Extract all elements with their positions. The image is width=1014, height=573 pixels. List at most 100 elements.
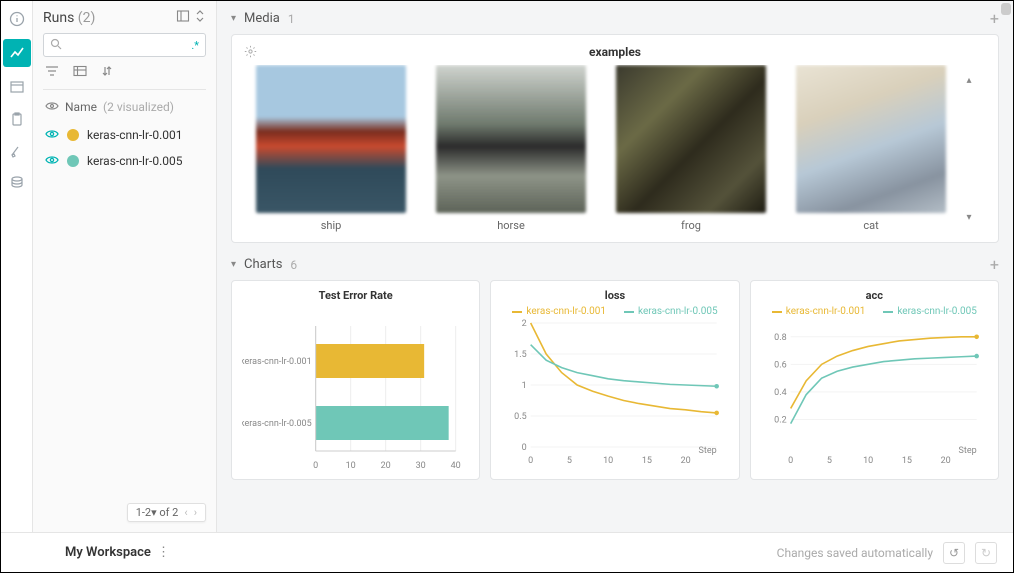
svg-text:10: 10 xyxy=(863,456,873,466)
media-thumb[interactable]: horse xyxy=(436,65,586,232)
chart-row: Test Error Rate 010203040keras-cnn-lr-0.… xyxy=(231,280,999,480)
regex-toggle-icon[interactable]: .* xyxy=(191,39,199,52)
svg-text:0.6: 0.6 xyxy=(774,360,787,370)
panel-icon[interactable] xyxy=(5,75,29,99)
thumb-label: ship xyxy=(321,219,342,232)
runs-title: Runs (2) xyxy=(43,10,95,26)
runs-panel: Runs (2) .* xyxy=(33,1,217,532)
chart-panel-loss[interactable]: loss keras-cnn-lr-0.001keras-cnn-lr-0.00… xyxy=(490,280,739,480)
search-input[interactable]: .* xyxy=(43,33,206,57)
sweep-icon[interactable] xyxy=(5,139,29,163)
svg-text:10: 10 xyxy=(603,456,613,466)
pager-next[interactable]: › xyxy=(194,506,197,519)
group-icon[interactable] xyxy=(73,65,87,81)
add-panel-button[interactable]: + xyxy=(990,9,999,28)
pager: 1-2▾ of 2 ‹ › xyxy=(127,503,206,522)
scroll-down-icon[interactable]: ▾ xyxy=(962,212,976,223)
icon-rail xyxy=(1,1,33,532)
svg-text:20: 20 xyxy=(940,456,950,466)
svg-text:15: 15 xyxy=(902,456,912,466)
thumb-label: frog xyxy=(681,219,701,232)
thumb-label: cat xyxy=(863,219,878,232)
chart-panel-acc[interactable]: acc keras-cnn-lr-0.001keras-cnn-lr-0.005… xyxy=(750,280,999,480)
run-list: keras-cnn-lr-0.001 keras-cnn-lr-0.005 xyxy=(43,122,206,174)
svg-text:0.2: 0.2 xyxy=(774,415,787,425)
media-section: ▾ Media 1 + examples ship horse frog cat… xyxy=(217,1,1013,247)
svg-text:keras-cnn-lr-0.001: keras-cnn-lr-0.001 xyxy=(242,357,312,367)
thumb-image xyxy=(616,65,766,213)
search-icon xyxy=(50,38,62,53)
run-color-swatch xyxy=(67,129,79,141)
pager-text: 1-2▾ of 2 xyxy=(136,506,179,519)
toolbar xyxy=(43,65,206,90)
media-section-count: 1 xyxy=(288,12,295,26)
content-area: ▾ Media 1 + examples ship horse frog cat… xyxy=(217,1,1013,532)
sort-icon[interactable] xyxy=(101,65,113,81)
media-panel-title: examples xyxy=(246,45,984,59)
info-icon[interactable] xyxy=(5,7,29,31)
layout-icon[interactable] xyxy=(176,9,190,27)
media-thumb[interactable]: ship xyxy=(256,65,406,232)
media-thumb[interactable]: cat xyxy=(796,65,946,232)
chart-panel-bar[interactable]: Test Error Rate 0 10 20 30 40 keras-cnn-lr-0.… xyxy=(231,280,480,480)
chevron-down-icon[interactable]: ▾ xyxy=(231,13,236,24)
svg-text:20: 20 xyxy=(681,456,691,466)
expand-icon[interactable] xyxy=(194,9,206,27)
save-status: Changes saved automatically xyxy=(777,546,933,560)
svg-text:0.5: 0.5 xyxy=(514,412,527,422)
redo-button[interactable]: ↻ xyxy=(975,542,997,564)
legend-item: keras-cnn-lr-0.005 xyxy=(883,306,977,317)
chevron-down-icon[interactable]: ▾ xyxy=(231,259,236,270)
gear-icon[interactable] xyxy=(244,45,257,62)
svg-text:0.4: 0.4 xyxy=(774,388,787,398)
media-scrollbar[interactable]: ▴ ▾ xyxy=(962,75,976,223)
svg-text:30: 30 xyxy=(416,461,426,471)
svg-text:2: 2 xyxy=(522,319,527,329)
workspace-label[interactable]: My Workspace xyxy=(65,545,151,560)
filter-icon[interactable] xyxy=(45,65,59,81)
svg-text:Step: Step xyxy=(958,446,976,456)
visibility-icon[interactable] xyxy=(45,100,59,114)
window-scrollbar[interactable] xyxy=(1001,3,1011,15)
svg-text:Step: Step xyxy=(699,446,717,456)
svg-text:1.5: 1.5 xyxy=(514,350,527,360)
thumb-image xyxy=(436,65,586,213)
svg-text:15: 15 xyxy=(642,456,652,466)
legend-item: keras-cnn-lr-0.005 xyxy=(624,306,718,317)
charts-section: ▾ Charts 6 + Test Error Rate 010203040ke… xyxy=(217,247,1013,484)
svg-text:keras-cnn-lr-0.005: keras-cnn-lr-0.005 xyxy=(242,419,312,429)
add-chart-button[interactable]: + xyxy=(990,255,999,274)
media-section-title: Media xyxy=(244,11,280,26)
svg-text:5: 5 xyxy=(567,456,572,466)
svg-text:40: 40 xyxy=(451,461,461,471)
chart-title: Test Error Rate xyxy=(242,289,469,302)
charts-section-count: 6 xyxy=(290,258,297,272)
svg-text:1: 1 xyxy=(522,381,527,391)
chart-title: acc xyxy=(761,289,988,302)
run-color-swatch xyxy=(67,155,79,167)
svg-text:20: 20 xyxy=(381,461,391,471)
column-header: Name (2 visualized) xyxy=(43,90,206,122)
workspace-menu-icon[interactable]: ⋮ xyxy=(157,545,170,560)
eye-icon[interactable] xyxy=(45,154,59,168)
run-name: keras-cnn-lr-0.005 xyxy=(87,154,183,168)
svg-text:10: 10 xyxy=(346,461,356,471)
chart-line-icon[interactable] xyxy=(3,39,31,67)
eye-icon[interactable] xyxy=(45,128,59,142)
undo-button[interactable]: ↺ xyxy=(943,542,965,564)
scroll-up-icon[interactable]: ▴ xyxy=(962,75,976,86)
svg-text:0: 0 xyxy=(788,456,793,466)
chart-title: loss xyxy=(501,289,728,302)
svg-text:0: 0 xyxy=(528,456,533,466)
thumb-image xyxy=(256,65,406,213)
run-item[interactable]: keras-cnn-lr-0.001 xyxy=(43,122,206,148)
run-name: keras-cnn-lr-0.001 xyxy=(87,128,183,142)
run-item[interactable]: keras-cnn-lr-0.005 xyxy=(43,148,206,174)
svg-text:0: 0 xyxy=(313,461,318,471)
thumb-image xyxy=(796,65,946,213)
media-panel[interactable]: examples ship horse frog cat ▴ ▾ xyxy=(231,34,999,243)
media-thumb[interactable]: frog xyxy=(616,65,766,232)
clipboard-icon[interactable] xyxy=(5,107,29,131)
database-icon[interactable] xyxy=(5,171,29,195)
pager-prev[interactable]: ‹ xyxy=(184,506,187,519)
